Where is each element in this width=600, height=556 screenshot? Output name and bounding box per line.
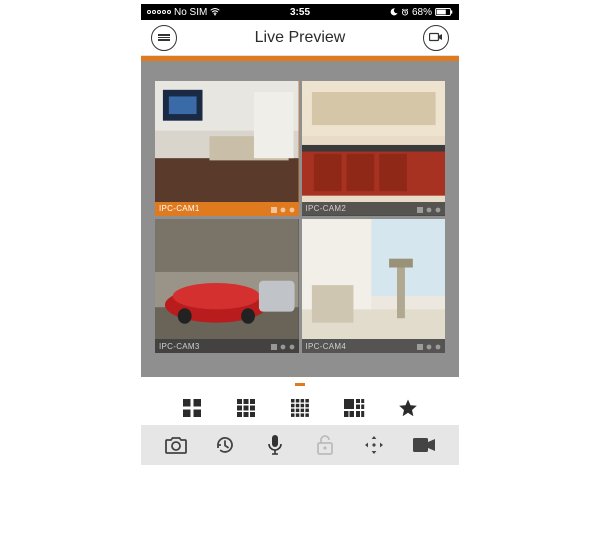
ptz-button[interactable] <box>361 432 387 458</box>
camera-feed <box>155 81 299 216</box>
camera-tile-2[interactable]: IPC-CAM2 <box>302 81 446 216</box>
layout-4x4-button[interactable] <box>289 397 311 419</box>
menu-button[interactable] <box>151 25 177 51</box>
camera-label-bar: IPC-CAM4 <box>302 339 446 353</box>
camera-status-icons <box>417 206 441 212</box>
battery-pct-label: 68% <box>412 7 432 18</box>
ptz-arrows-icon <box>363 434 385 456</box>
record-button[interactable] <box>411 432 437 458</box>
mic-icon <box>267 434 283 456</box>
snapshot-button[interactable] <box>163 432 189 458</box>
camera-label: IPC-CAM4 <box>306 342 347 351</box>
grid-3x3-icon <box>236 398 256 418</box>
camera-feed <box>155 219 299 354</box>
app-screen: No SIM 3:55 68% <box>141 4 459 552</box>
camera-feed <box>302 219 446 354</box>
layout-mixed-button[interactable] <box>343 397 365 419</box>
camera-icon <box>164 435 188 455</box>
camera-feed <box>302 81 446 216</box>
page-title: Live Preview <box>177 29 423 47</box>
camera-label-bar: IPC-CAM3 <box>155 339 299 353</box>
layout-2x2-button[interactable] <box>181 397 203 419</box>
signal-dots-icon <box>147 10 171 14</box>
history-button[interactable] <box>212 432 238 458</box>
page-indicator <box>141 377 459 391</box>
grid-mixed-icon <box>343 398 365 418</box>
star-icon <box>398 398 418 418</box>
carrier-label: No SIM <box>174 7 207 18</box>
camera-tile-3[interactable]: IPC-CAM3 <box>155 219 299 354</box>
camera-grid: IPC-CAM1 <box>155 81 445 353</box>
camera-label: IPC-CAM1 <box>159 204 200 213</box>
grid-4x4-icon <box>290 398 310 418</box>
camera-icon <box>429 29 443 47</box>
layout-toolbar <box>141 391 459 425</box>
history-icon <box>214 434 236 456</box>
unlock-button[interactable] <box>312 432 338 458</box>
status-bar: No SIM 3:55 68% <box>141 4 459 20</box>
camera-label: IPC-CAM3 <box>159 342 200 351</box>
wifi-icon <box>210 8 220 16</box>
favorite-button[interactable] <box>397 397 419 419</box>
unlock-icon <box>315 434 335 456</box>
camera-select-button[interactable] <box>423 25 449 51</box>
layout-3x3-button[interactable] <box>235 397 257 419</box>
camera-status-icons <box>271 343 295 349</box>
camera-tile-4[interactable]: IPC-CAM4 <box>302 219 446 354</box>
action-toolbar <box>141 425 459 465</box>
camera-label-bar: IPC-CAM1 <box>155 202 299 216</box>
camera-status-icons <box>271 206 295 212</box>
camera-tile-1[interactable]: IPC-CAM1 <box>155 81 299 216</box>
header-bar: Live Preview <box>141 20 459 56</box>
mic-button[interactable] <box>262 432 288 458</box>
grid-2x2-icon <box>182 398 202 418</box>
battery-icon <box>435 8 453 16</box>
alarm-icon <box>401 8 409 16</box>
camera-label-bar: IPC-CAM2 <box>302 202 446 216</box>
videocam-icon <box>412 436 436 454</box>
dnd-moon-icon <box>390 8 398 16</box>
camera-label: IPC-CAM2 <box>306 204 347 213</box>
menu-icon <box>158 33 170 42</box>
camera-area: IPC-CAM1 <box>141 61 459 377</box>
camera-status-icons <box>417 343 441 349</box>
